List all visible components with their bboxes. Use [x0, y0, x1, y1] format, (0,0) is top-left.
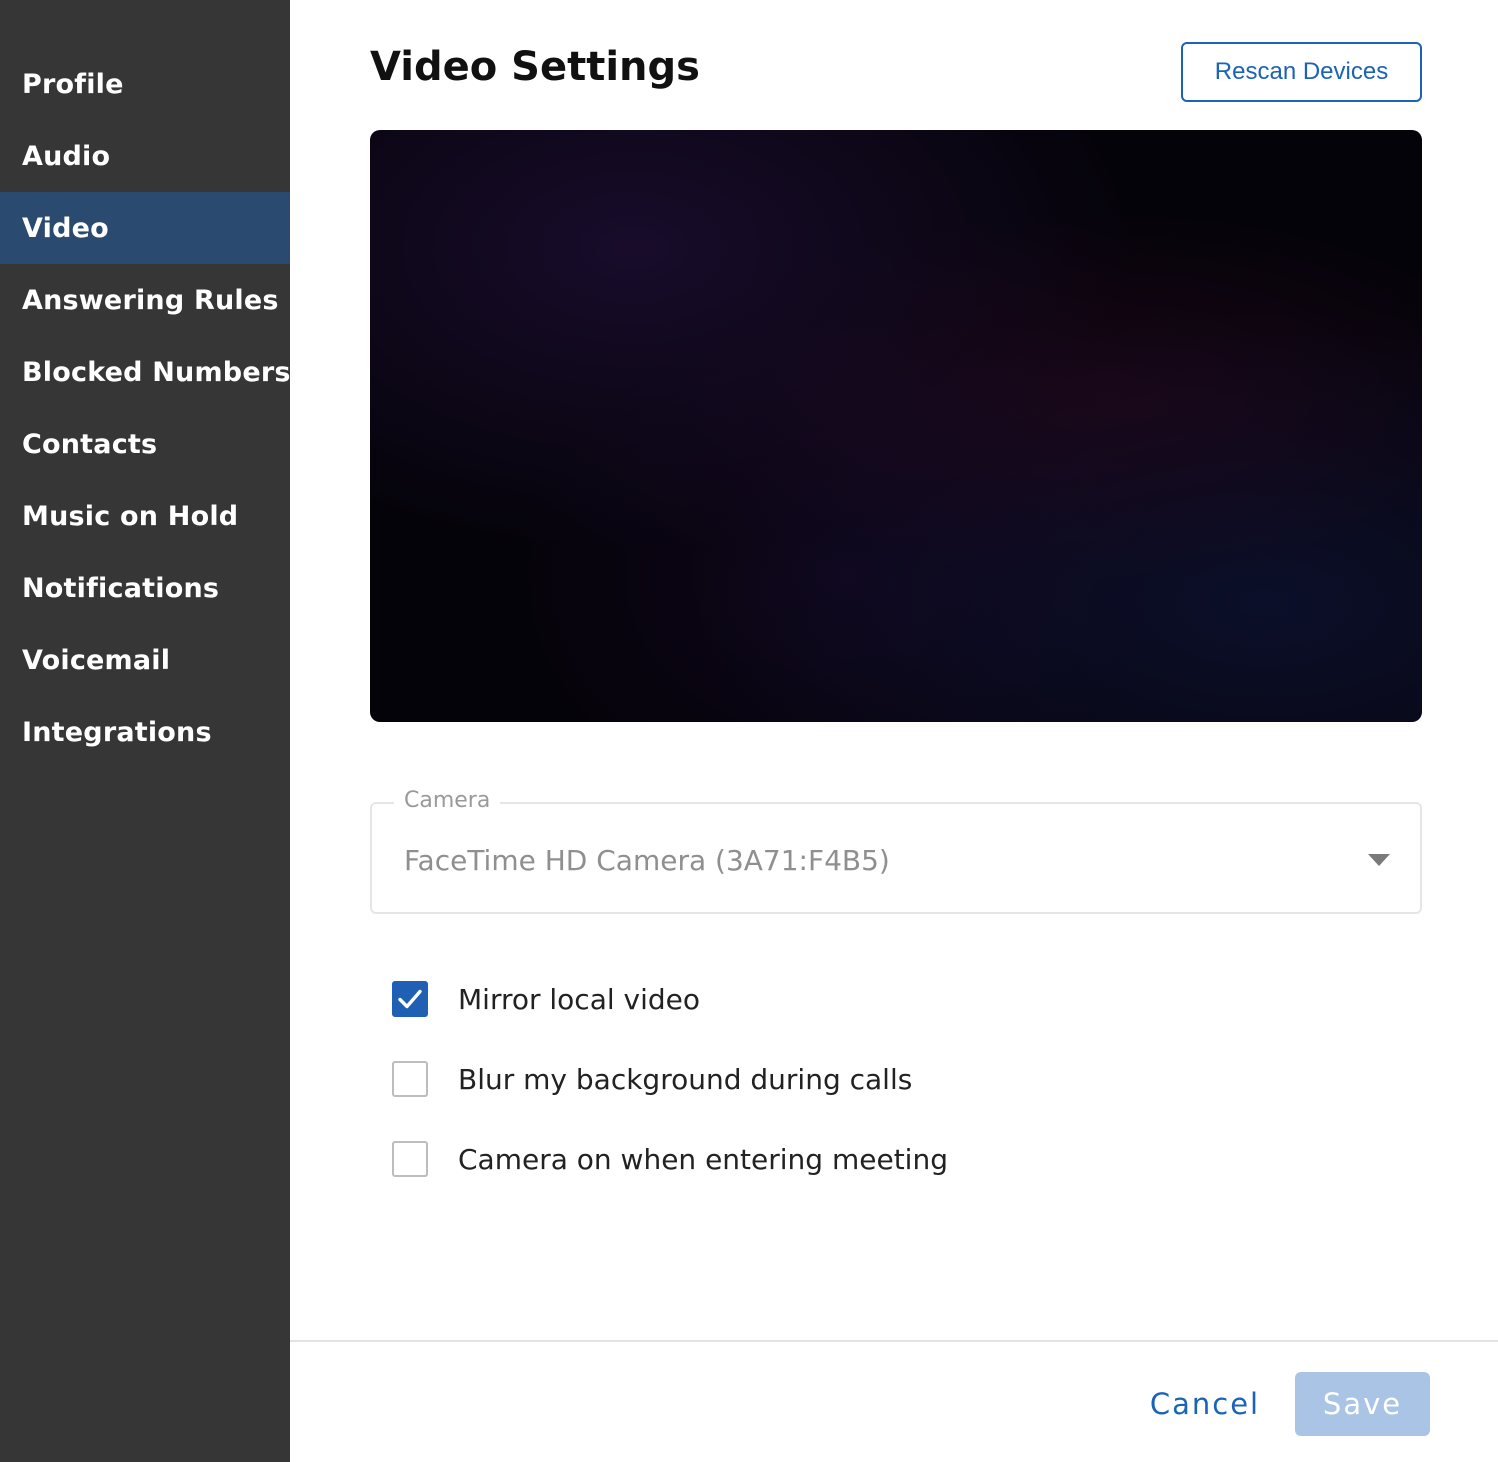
mirror-local-video-label: Mirror local video [458, 982, 701, 1016]
mirror-local-video-checkbox[interactable] [392, 981, 428, 1017]
page-title: Video Settings [370, 44, 700, 90]
sidebar-item-audio[interactable]: Audio [0, 120, 290, 192]
sidebar-item-voicemail[interactable]: Voicemail [0, 624, 290, 696]
cancel-button[interactable]: Cancel [1140, 1372, 1270, 1436]
camera-select-label: Camera [394, 788, 501, 813]
sidebar-item-video[interactable]: Video [0, 192, 290, 264]
rescan-devices-button[interactable]: Rescan Devices [1181, 42, 1422, 102]
camera-on-entering-meeting-checkbox[interactable] [392, 1141, 428, 1177]
sidebar-item-answering-rules[interactable]: Answering Rules [0, 264, 290, 336]
mirror-local-video-option[interactable]: Mirror local video [392, 979, 700, 1019]
sidebar-item-integrations[interactable]: Integrations [0, 696, 290, 768]
settings-app: Profile Audio Video Answering Rules Bloc… [0, 0, 1498, 1462]
sidebar-item-blocked-numbers[interactable]: Blocked Numbers [0, 336, 290, 408]
footer-divider [290, 1340, 1498, 1342]
blur-background-checkbox[interactable] [392, 1061, 428, 1097]
blur-background-label: Blur my background during calls [458, 1062, 913, 1096]
save-button[interactable]: Save [1295, 1372, 1430, 1436]
sidebar-item-contacts[interactable]: Contacts [0, 408, 290, 480]
sidebar-item-music-on-hold[interactable]: Music on Hold [0, 480, 290, 552]
chevron-down-icon [1368, 854, 1390, 866]
checkmark-icon [398, 989, 422, 1009]
sidebar: Profile Audio Video Answering Rules Bloc… [0, 0, 290, 1462]
sidebar-item-notifications[interactable]: Notifications [0, 552, 290, 624]
video-preview [370, 130, 1422, 722]
blur-background-option[interactable]: Blur my background during calls [392, 1059, 912, 1099]
camera-select-value: FaceTime HD Camera (3A71:F4B5) [404, 844, 890, 877]
camera-on-entering-meeting-label: Camera on when entering meeting [458, 1142, 948, 1176]
camera-select[interactable]: Camera FaceTime HD Camera (3A71:F4B5) [370, 788, 1422, 914]
sidebar-item-profile[interactable]: Profile [0, 48, 290, 120]
camera-on-entering-meeting-option[interactable]: Camera on when entering meeting [392, 1139, 948, 1179]
main-panel: Video Settings Rescan Devices Camera Fac… [290, 0, 1498, 1462]
